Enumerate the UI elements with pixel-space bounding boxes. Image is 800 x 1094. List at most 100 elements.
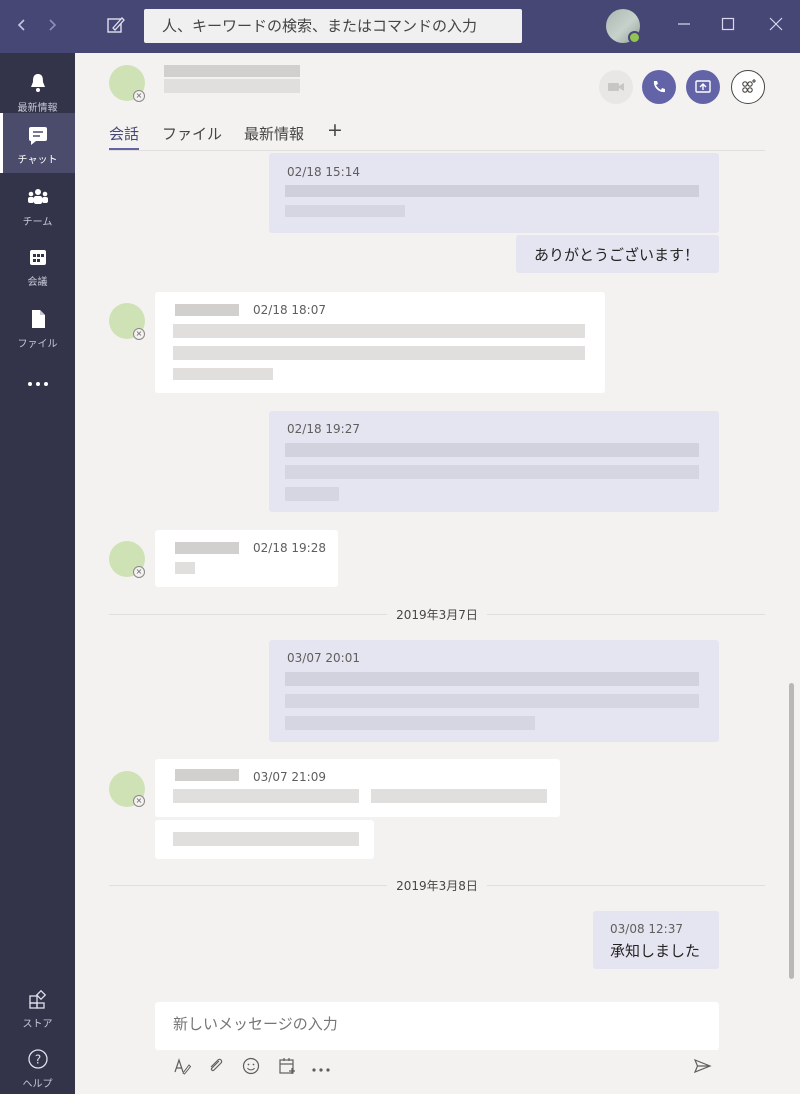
rail-item-more[interactable] [0, 359, 75, 399]
close-button[interactable] [762, 12, 790, 40]
schedule-icon [279, 1058, 295, 1074]
redacted-text [173, 789, 359, 803]
format-icon [174, 1058, 192, 1075]
message-timestamp: 03/08 12:37 [610, 922, 683, 936]
chat-header: × 会話 ファイル 最新情報 + [75, 53, 800, 151]
message-bubble-theirs[interactable]: 02/18 18:07 [155, 292, 605, 393]
message-timestamp: 02/18 19:28 [253, 541, 326, 555]
redacted-sender-name [175, 542, 239, 554]
message-timestamp: 02/18 18:07 [253, 303, 326, 317]
message-bubble-mine[interactable]: 02/18 19:27 [269, 411, 719, 512]
rail-item-help[interactable]: ? ヘルプ [0, 1037, 75, 1094]
maximize-icon [721, 17, 735, 31]
video-call-button[interactable] [599, 70, 633, 104]
message-input[interactable] [173, 1015, 693, 1033]
rail-item-files[interactable]: ファイル [0, 297, 75, 357]
redacted-text [285, 694, 699, 708]
forward-button[interactable] [40, 10, 64, 40]
rail-item-activity[interactable]: 最新情報 [0, 61, 75, 121]
maximize-button[interactable] [714, 12, 742, 40]
redacted-text [285, 672, 699, 686]
redacted-text [173, 324, 585, 338]
date-divider-label: 2019年3月7日 [387, 606, 487, 623]
redacted-text [285, 716, 535, 730]
store-icon [0, 987, 75, 1013]
rail-label: ストア [22, 1019, 53, 1030]
message-bubble-theirs[interactable]: 02/18 19:28 [155, 530, 338, 587]
message-list: 02/18 15:14 ありがとうございます！ × 02/18 18:07 02… [75, 151, 800, 994]
close-icon [769, 17, 783, 31]
rail-item-meetings[interactable]: 会議 [0, 235, 75, 295]
help-icon: ? [0, 1047, 75, 1073]
chat-scrollbar[interactable] [789, 683, 794, 979]
message-bubble-theirs[interactable]: 03/07 21:09 [155, 759, 560, 817]
more-options-button[interactable] [309, 1056, 333, 1080]
message-timestamp: 03/07 20:01 [287, 651, 360, 665]
redacted-text [173, 368, 273, 380]
share-screen-button[interactable] [686, 70, 720, 104]
redacted-text [285, 443, 699, 457]
tab-files[interactable]: ファイル [162, 123, 222, 144]
presence-offline-icon: × [133, 328, 145, 340]
minimize-icon [678, 23, 690, 25]
message-bubble-mine[interactable]: 03/07 20:01 [269, 640, 719, 742]
presence-offline-icon: × [133, 90, 145, 102]
message-bubble-mine[interactable]: ありがとうございます！ [516, 235, 719, 273]
redacted-sender-name [175, 769, 239, 781]
add-tab-button[interactable]: + [327, 119, 343, 141]
tab-activity[interactable]: 最新情報 [244, 123, 304, 144]
rail-label: チーム [22, 217, 53, 228]
presence-offline-icon: × [133, 795, 145, 807]
date-divider-label: 2019年3月8日 [387, 877, 487, 894]
message-bubble-mine[interactable]: 02/18 15:14 [269, 153, 719, 233]
video-call-icon [608, 83, 624, 91]
rail-label: 会議 [27, 277, 48, 288]
rail-label: 最新情報 [17, 103, 58, 114]
message-timestamp: 02/18 15:14 [287, 165, 360, 179]
add-people-icon [742, 79, 756, 93]
search-input[interactable]: 人、キーワードの検索、またはコマンドの入力 [144, 9, 522, 43]
rail-label: ファイル [17, 339, 58, 350]
schedule-meeting-button[interactable] [275, 1056, 299, 1080]
chevron-right-icon [49, 19, 57, 31]
audio-call-button[interactable] [642, 70, 676, 104]
rail-item-teams[interactable]: チーム [0, 175, 75, 235]
format-button[interactable] [170, 1056, 194, 1080]
add-people-button[interactable] [731, 70, 765, 104]
redacted-text [173, 832, 359, 846]
title-bar: 人、キーワードの検索、またはコマンドの入力 [0, 0, 800, 53]
back-button[interactable] [10, 10, 34, 40]
redacted-text [173, 346, 585, 360]
redacted-text [371, 789, 547, 803]
rail-item-store[interactable]: ストア [0, 977, 75, 1037]
new-chat-button[interactable] [100, 10, 130, 40]
chat-icon [0, 123, 75, 149]
tab-conversation[interactable]: 会話 [109, 123, 140, 150]
attach-button[interactable] [204, 1056, 228, 1080]
rail-label: チャット [17, 155, 58, 166]
redacted-text [175, 562, 195, 574]
send-icon [693, 1058, 712, 1074]
bell-icon [0, 71, 75, 97]
more-icon [312, 1068, 330, 1072]
minimize-button[interactable] [670, 12, 698, 40]
message-text: 承知しました [610, 942, 701, 960]
send-button[interactable] [690, 1056, 714, 1080]
attach-icon [210, 1058, 223, 1072]
presence-available-icon [628, 31, 641, 44]
emoji-button[interactable] [239, 1056, 263, 1080]
redacted-text [285, 465, 699, 479]
rail-item-chat[interactable]: チャット [0, 113, 75, 173]
message-timestamp: 02/18 19:27 [287, 422, 360, 436]
compose-icon [107, 17, 125, 33]
message-bubble-theirs[interactable] [155, 820, 374, 859]
redacted-text [285, 185, 699, 197]
app-rail: 最新情報 チャット チーム 会議 ファイル ストア ? ヘルプ [0, 53, 75, 1094]
calendar-icon [0, 245, 75, 271]
message-bubble-mine[interactable]: 03/08 12:37 承知しました [593, 911, 719, 969]
more-icon [0, 373, 75, 399]
compose-box[interactable] [155, 1002, 719, 1050]
message-text: ありがとうございます！ [534, 246, 700, 264]
teams-icon [0, 185, 75, 211]
presence-offline-icon: × [133, 566, 145, 578]
